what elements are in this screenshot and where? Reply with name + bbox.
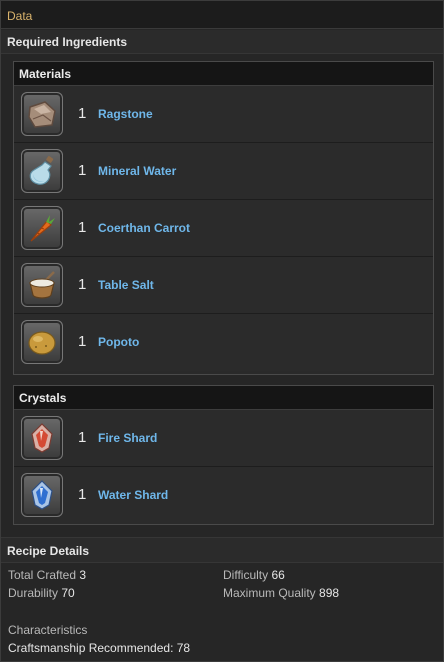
fire-shard-icon[interactable]: [21, 416, 63, 460]
item-link-water-shard[interactable]: Water Shard: [98, 488, 168, 502]
total-crafted-label: Total Crafted: [8, 568, 77, 582]
maximum-quality-label: Maximum Quality: [223, 586, 316, 600]
durability-value: 70: [61, 586, 75, 600]
item-link-coerthan-carrot[interactable]: Coerthan Carrot: [98, 221, 190, 235]
materials-group: Materials 1 Ragstone 1 Mineral Water 1 C…: [13, 61, 434, 375]
crystals-group: Crystals 1 Fire Shard 1 Water Shard: [13, 385, 434, 525]
material-row-table-salt[interactable]: 1 Table Salt: [14, 257, 433, 314]
popoto-icon[interactable]: [21, 320, 63, 364]
item-link-table-salt[interactable]: Table Salt: [98, 278, 154, 292]
total-crafted-value: 3: [79, 568, 87, 582]
item-link-popoto[interactable]: Popoto: [98, 335, 139, 349]
durability: Durability 70: [8, 586, 75, 600]
materials-title: Materials: [14, 62, 433, 86]
difficulty: Difficulty 66: [223, 568, 285, 582]
material-row-mineral-water[interactable]: 1 Mineral Water: [14, 143, 433, 200]
crystal-row-water-shard[interactable]: 1 Water Shard: [14, 467, 433, 524]
maximum-quality: Maximum Quality 898: [223, 586, 339, 600]
characteristics-label: Characteristics: [8, 623, 88, 637]
quantity: 1: [78, 429, 87, 446]
mineral-water-icon[interactable]: [21, 149, 63, 193]
data-tab-header[interactable]: Data: [1, 1, 443, 29]
quantity: 1: [78, 219, 87, 236]
coerthan-carrot-icon[interactable]: [21, 206, 63, 250]
quantity: 1: [78, 162, 87, 179]
table-salt-icon[interactable]: [21, 263, 63, 307]
difficulty-value: 66: [271, 568, 285, 582]
recipe-data-panel: Data Required Ingredients Materials 1 Ra…: [0, 0, 444, 662]
material-row-ragstone[interactable]: 1 Ragstone: [14, 86, 433, 143]
quantity: 1: [78, 105, 87, 122]
water-shard-icon[interactable]: [21, 473, 63, 517]
total-crafted: Total Crafted 3: [8, 568, 86, 582]
item-link-fire-shard[interactable]: Fire Shard: [98, 431, 157, 445]
crystals-title: Crystals: [14, 386, 433, 410]
material-row-coerthan-carrot[interactable]: 1 Coerthan Carrot: [14, 200, 433, 257]
quantity: 1: [78, 333, 87, 350]
required-ingredients-title: Required Ingredients: [1, 30, 443, 54]
characteristics-value: Craftsmanship Recommended: 78: [8, 641, 191, 655]
recipe-details-title: Recipe Details: [1, 537, 443, 563]
durability-label: Durability: [8, 586, 59, 600]
quantity: 1: [78, 276, 87, 293]
crystal-row-fire-shard[interactable]: 1 Fire Shard: [14, 410, 433, 467]
difficulty-label: Difficulty: [223, 568, 269, 582]
item-link-mineral-water[interactable]: Mineral Water: [98, 164, 176, 178]
material-row-popoto[interactable]: 1 Popoto: [14, 314, 433, 371]
maximum-quality-value: 898: [319, 586, 340, 600]
ragstone-icon[interactable]: [21, 92, 63, 136]
item-link-ragstone[interactable]: Ragstone: [98, 107, 153, 121]
quantity: 1: [78, 486, 87, 503]
